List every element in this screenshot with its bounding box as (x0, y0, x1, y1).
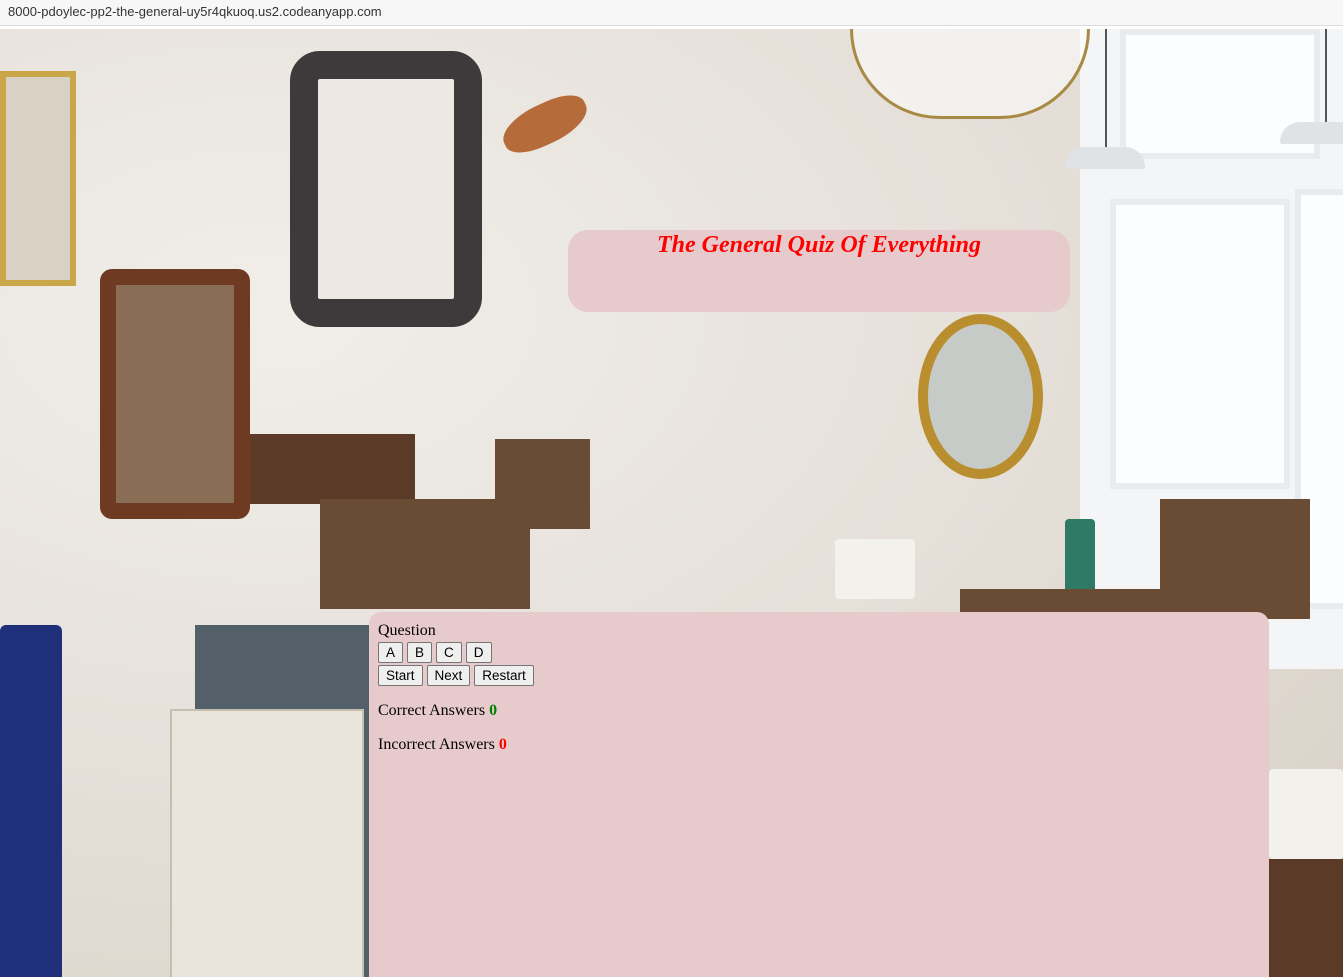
incorrect-answers: Incorrect Answers 0 (378, 736, 1260, 754)
quiz-controls: Start Next Restart (378, 665, 1260, 686)
background-picture-frame (0, 71, 76, 286)
restart-button[interactable]: Restart (474, 665, 534, 686)
correct-answers-label: Correct Answers (378, 702, 486, 719)
background-textile (170, 709, 364, 977)
next-button[interactable]: Next (426, 665, 471, 686)
url-text: 8000-pdoylec-pp2-the-general-uy5r4qkuoq.… (8, 4, 382, 19)
background-frame (290, 51, 482, 327)
question-text: Question (378, 622, 436, 639)
background-shelf (1269, 859, 1343, 977)
background-window (1110, 199, 1290, 489)
background-cups (1269, 769, 1343, 859)
background-vase (0, 625, 62, 977)
start-button[interactable]: Start (378, 665, 423, 686)
background-mirror (100, 269, 250, 519)
background-chest (250, 434, 415, 504)
background-round-mirror (918, 314, 1043, 479)
title-panel: The General Quiz Of Everything (568, 230, 1070, 312)
answer-buttons: A B C D (378, 642, 1260, 663)
incorrect-answers-count: 0 (498, 736, 507, 753)
background-lamp (1065, 147, 1145, 169)
background-crate (320, 499, 530, 609)
background-bird (495, 86, 595, 162)
address-bar[interactable]: 8000-pdoylec-pp2-the-general-uy5r4qkuoq.… (0, 0, 1343, 26)
background-chandelier (850, 29, 1090, 119)
correct-answers: Correct Answers 0 (378, 702, 1260, 720)
correct-answers-count: 0 (489, 702, 498, 719)
page-title: The General Quiz Of Everything (657, 232, 981, 258)
background-crate (1160, 499, 1310, 619)
answer-d-button[interactable]: D (465, 642, 492, 663)
background-lamp (1280, 122, 1343, 144)
incorrect-answers-label: Incorrect Answers (378, 736, 495, 753)
answer-c-button[interactable]: C (436, 642, 462, 663)
answer-b-button[interactable]: B (407, 642, 433, 663)
background-plates (835, 539, 915, 599)
background-lamp-cord (1325, 29, 1327, 124)
background-lamp-cord (1105, 29, 1107, 149)
answer-a-button[interactable]: A (378, 642, 404, 663)
quiz-panel: Question A B C D Start Next Restart Corr… (369, 612, 1269, 977)
